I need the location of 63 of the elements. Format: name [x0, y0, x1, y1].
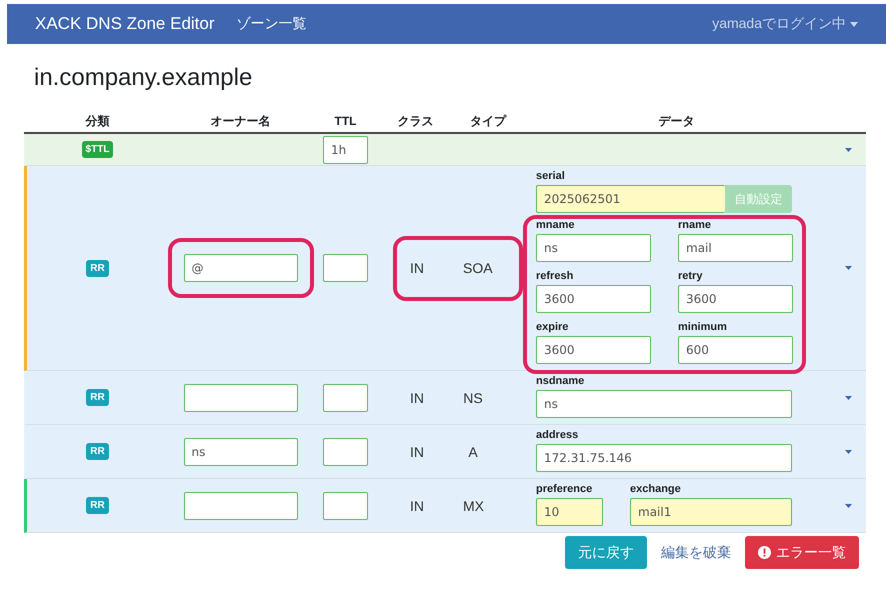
record-badge: RR — [86, 497, 109, 514]
input-field[interactable]: mail1 — [630, 498, 792, 526]
input-field[interactable]: 172.31.75.146 — [536, 444, 792, 472]
input-field[interactable]: ns — [536, 234, 651, 262]
input-field[interactable]: 3600 — [536, 336, 651, 364]
record-badge: RR — [86, 260, 109, 276]
column-header: タイプ — [469, 112, 508, 130]
input-field[interactable]: ns — [536, 390, 792, 418]
field-label: retry — [678, 270, 704, 282]
record-type: A — [467, 444, 479, 460]
input-field[interactable]: 10 — [536, 498, 603, 526]
caret-icon — [850, 22, 858, 26]
discard-link[interactable]: 編集を破棄 — [659, 536, 733, 569]
field-label: mname — [536, 219, 576, 231]
column-header: TTL — [334, 114, 358, 128]
nav-link[interactable]: ゾーン一覧 — [236, 15, 307, 33]
input-field[interactable] — [323, 492, 368, 520]
input-field[interactable] — [323, 438, 368, 466]
record-type: NS — [463, 390, 483, 406]
caret-icon[interactable] — [844, 504, 852, 508]
column-header: データ — [658, 112, 696, 130]
record-badge: RR — [86, 443, 109, 460]
app-brand[interactable]: XACK DNS Zone Editor — [35, 14, 215, 34]
zone-title: in.company.example — [34, 64, 254, 92]
input-field[interactable] — [323, 384, 368, 412]
input-field[interactable]: 600 — [678, 336, 793, 364]
record-class: IN — [409, 444, 425, 460]
record-class: IN — [409, 390, 425, 406]
user-menu[interactable]: yamadaでログイン中 — [712, 15, 858, 33]
field-label: refresh — [536, 270, 574, 282]
input-field[interactable]: 3600 — [536, 285, 651, 313]
input-field[interactable]: 3600 — [678, 285, 793, 313]
record-badge: RR — [86, 389, 109, 406]
field-label: address — [536, 429, 580, 441]
input-field[interactable]: ns — [184, 438, 298, 466]
input-field[interactable] — [184, 492, 298, 520]
field-label: expire — [536, 321, 570, 333]
input-field[interactable]: mail — [678, 234, 793, 262]
input-field[interactable]: 2025062501 — [536, 185, 725, 213]
error-list-button[interactable]: エラー一覧 — [745, 536, 859, 569]
caret-icon[interactable] — [844, 148, 852, 152]
field-label: nsdname — [536, 375, 586, 387]
column-header: クラス — [396, 112, 434, 130]
record-type: MX — [463, 498, 484, 514]
record-type: SOA — [463, 260, 493, 276]
field-label: minimum — [678, 321, 728, 333]
record-class: IN — [409, 260, 425, 276]
record-class: IN — [409, 498, 425, 514]
field-label: rname — [678, 219, 712, 231]
field-label: serial — [536, 170, 566, 182]
input-field[interactable]: 1h — [323, 136, 368, 164]
column-header: 分類 — [84, 112, 110, 130]
column-header: オーナー名 — [210, 112, 272, 130]
caret-icon[interactable] — [844, 266, 852, 270]
input-field[interactable] — [323, 254, 368, 282]
input-field[interactable]: @ — [184, 254, 298, 282]
field-label: exchange — [630, 483, 682, 495]
record-badge: $TTL — [82, 141, 114, 158]
alert-icon — [758, 546, 771, 559]
field-label: preference — [536, 483, 594, 495]
caret-icon[interactable] — [844, 396, 852, 400]
input-field[interactable] — [184, 384, 298, 412]
caret-icon[interactable] — [844, 450, 852, 454]
